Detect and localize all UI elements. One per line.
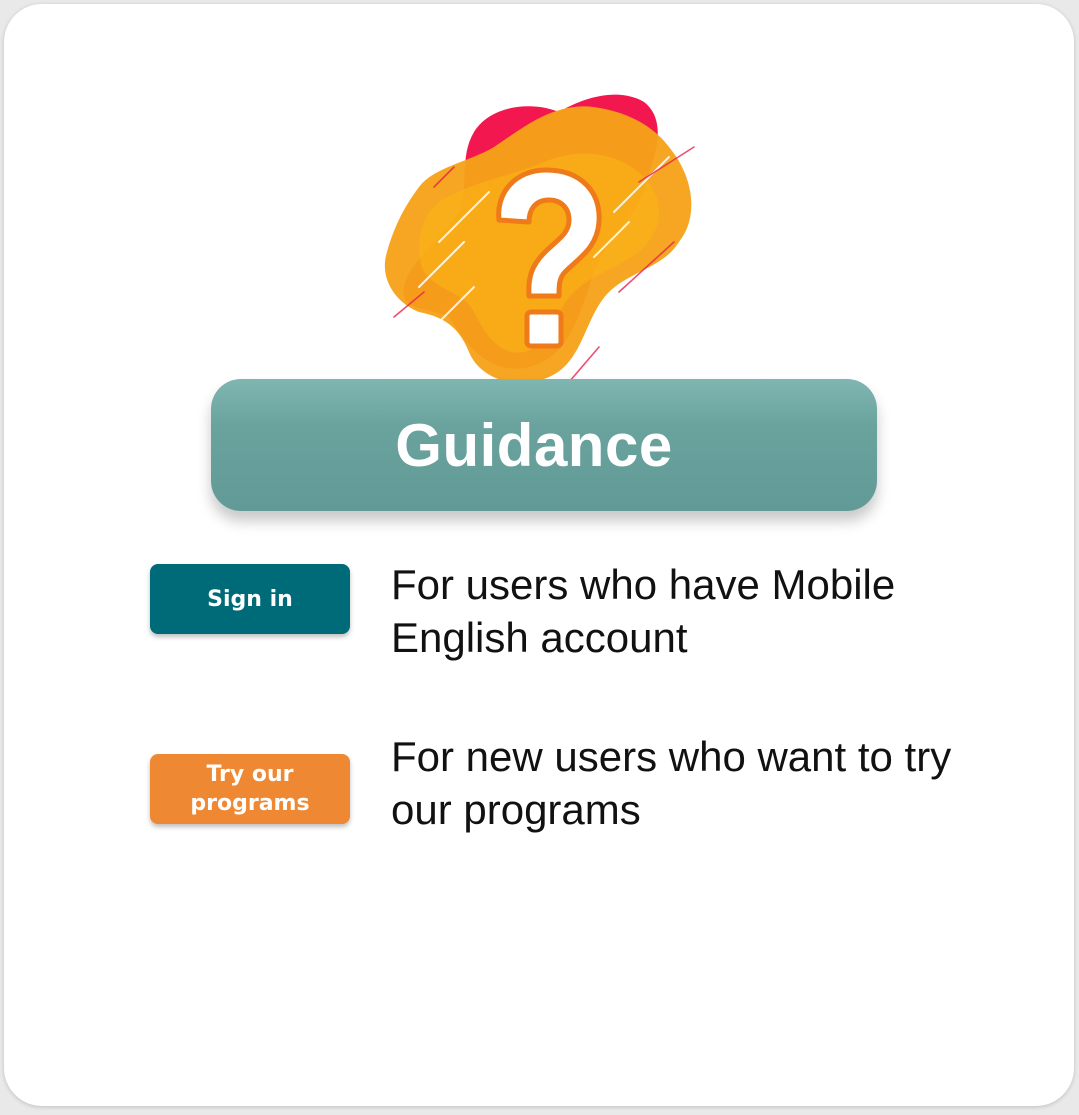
guidance-title-banner: Guidance [211,379,877,511]
sign-in-description: For users who have Mobile English accoun… [391,561,896,661]
try-our-programs-button[interactable]: Try our programs [150,754,350,824]
try-button-label: Try our programs [190,762,310,816]
page-title: Guidance [395,411,673,479]
guidance-card: Guidance Sign in For users who have Mobi… [4,4,1074,1106]
try-programs-description: For new users who want to try our progra… [391,733,952,833]
sign-in-button[interactable]: Sign in [150,564,350,634]
question-mark-icon [384,94,695,383]
question-mark-illustration [379,92,709,392]
